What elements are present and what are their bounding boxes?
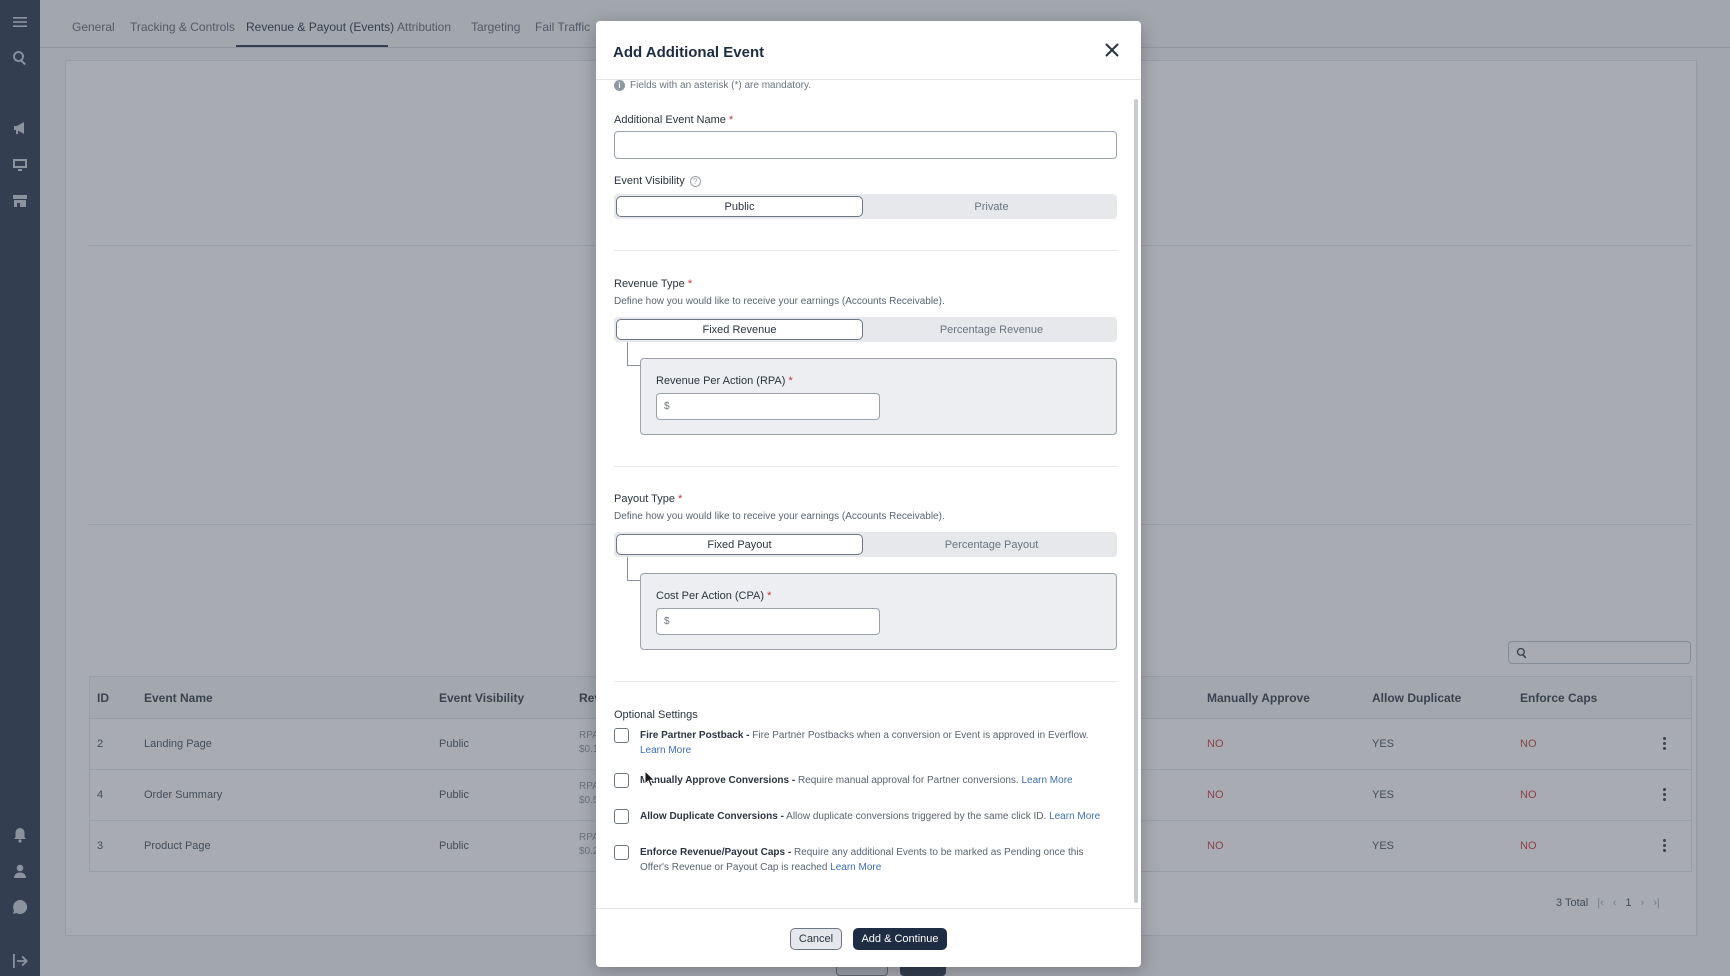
visibility-public-option[interactable]: Public [616, 196, 863, 217]
event-name-label-text: Additional Event Name [614, 114, 726, 126]
cpa-box: Cost Per Action (CPA) * $ [640, 573, 1117, 650]
fixed-payout-option[interactable]: Fixed Payout [616, 534, 863, 555]
payout-type-toggle: Fixed Payout Percentage Payout [614, 532, 1117, 557]
learn-more-link[interactable]: Learn More [1021, 775, 1072, 786]
optional-settings-title: Optional Settings [614, 709, 698, 721]
visibility-private-option[interactable]: Private [868, 196, 1115, 217]
learn-more-link[interactable]: Learn More [640, 745, 691, 756]
option-description: Allow duplicate conversions triggered by… [786, 811, 1047, 822]
required-asterisk: * [687, 278, 693, 290]
visibility-toggle: Public Private [614, 194, 1117, 219]
revenue-type-label: Revenue Type * [614, 278, 692, 290]
cpa-input[interactable]: $ [656, 608, 880, 635]
revenue-type-description: Define how you would like to receive you… [614, 296, 945, 307]
option-description: Fire Partner Postbacks when a conversion… [752, 730, 1089, 741]
rpa-label-text: Revenue Per Action (RPA) [656, 375, 786, 387]
event-name-label: Additional Event Name * [614, 114, 733, 126]
option-text: Manually Approve Conversions - Require m… [640, 773, 1112, 788]
option-title: Fire Partner Postback - [640, 730, 750, 741]
visibility-label: Event Visibility? [614, 175, 701, 187]
payout-type-label: Payout Type * [614, 493, 682, 505]
section-divider [614, 250, 1117, 251]
tree-connector [627, 342, 641, 366]
section-divider [614, 681, 1117, 682]
help-icon[interactable]: ? [689, 176, 701, 187]
option-title: Manually Approve Conversions - [640, 775, 796, 786]
option-description: Require manual approval for Partner conv… [798, 775, 1019, 786]
mouse-cursor-icon [644, 770, 656, 788]
revenue-type-label-text: Revenue Type [614, 278, 685, 290]
fixed-revenue-option[interactable]: Fixed Revenue [616, 319, 863, 340]
required-asterisk: * [678, 493, 683, 505]
add-and-continue-button[interactable]: Add & Continue [853, 928, 947, 950]
close-icon[interactable] [1102, 40, 1122, 60]
info-icon: i [614, 80, 625, 91]
option-text: Allow Duplicate Conversions - Allow dupl… [640, 809, 1112, 824]
manually-approve-checkbox[interactable] [614, 773, 629, 788]
rpa-label: Revenue Per Action (RPA) * [656, 375, 793, 387]
learn-more-link[interactable]: Learn More [830, 862, 881, 873]
modal-scrollbar[interactable] [1134, 99, 1138, 903]
payout-type-label-text: Payout Type [614, 493, 675, 505]
rpa-input[interactable]: $ [656, 393, 880, 420]
rpa-box: Revenue Per Action (RPA) * $ [640, 358, 1117, 435]
add-event-modal: Add Additional Event i Fields with an as… [596, 21, 1141, 967]
fire-partner-postback-checkbox[interactable] [614, 728, 629, 743]
currency-prefix: $ [664, 401, 670, 412]
required-asterisk: * [788, 375, 793, 387]
cpa-label: Cost Per Action (CPA) * [656, 590, 771, 602]
event-name-input[interactable] [614, 131, 1117, 159]
revenue-type-toggle: Fixed Revenue Percentage Revenue [614, 317, 1117, 342]
option-title: Allow Duplicate Conversions - [640, 811, 784, 822]
mandatory-note: i Fields with an asterisk (*) are mandat… [614, 80, 811, 91]
enforce-caps-checkbox[interactable] [614, 845, 629, 860]
visibility-label-text: Event Visibility [614, 175, 685, 187]
cpa-label-text: Cost Per Action (CPA) [656, 590, 764, 602]
option-title: Enforce Revenue/Payout Caps - [640, 847, 792, 858]
mandatory-note-text: Fields with an asterisk (*) are mandator… [630, 80, 811, 91]
tree-connector [627, 557, 641, 581]
percentage-revenue-option[interactable]: Percentage Revenue [868, 319, 1115, 340]
required-asterisk: * [767, 590, 772, 602]
learn-more-link[interactable]: Learn More [1049, 811, 1100, 822]
payout-type-description: Define how you would like to receive you… [614, 511, 945, 522]
cancel-button[interactable]: Cancel [790, 928, 842, 950]
required-asterisk: * [728, 114, 734, 126]
modal-title: Add Additional Event [613, 44, 765, 61]
option-text: Enforce Revenue/Payout Caps - Require an… [640, 845, 1112, 875]
modal-footer-divider [596, 908, 1141, 909]
percentage-payout-option[interactable]: Percentage Payout [868, 534, 1115, 555]
option-text: Fire Partner Postback - Fire Partner Pos… [640, 728, 1112, 758]
section-divider [614, 466, 1117, 467]
allow-duplicate-checkbox[interactable] [614, 809, 629, 824]
currency-prefix: $ [664, 616, 670, 627]
